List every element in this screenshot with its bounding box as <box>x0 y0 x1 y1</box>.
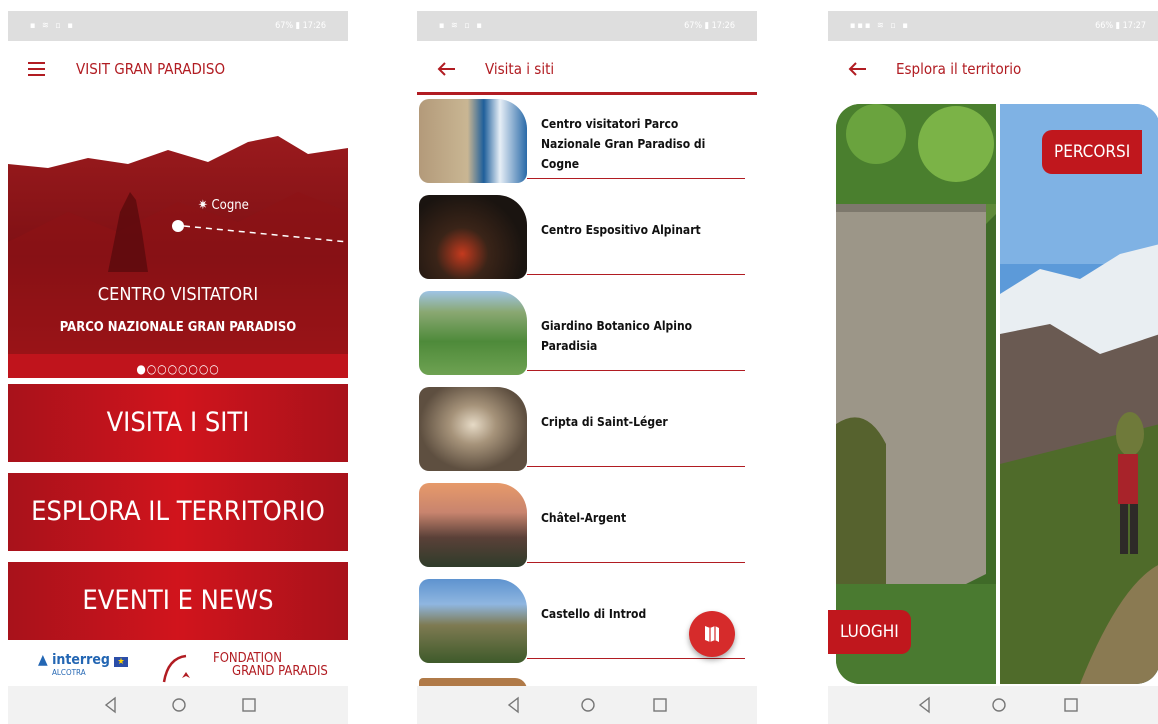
list-item[interactable]: Centro Espositivo Alpinart <box>417 190 757 280</box>
recents-nav-icon[interactable] <box>1060 694 1082 716</box>
home-nav-icon[interactable] <box>988 694 1010 716</box>
recents-nav-icon[interactable] <box>238 694 260 716</box>
carousel-dots[interactable]: ●○○○○○○○ <box>8 362 348 376</box>
list-item[interactable]: Cripta di Saint-Léger <box>417 382 757 472</box>
hiker-photo <box>1000 104 1158 684</box>
site-thumbnail <box>419 99 527 183</box>
aqueduct-photo <box>836 104 996 684</box>
home-nav-icon[interactable] <box>168 694 190 716</box>
app-title: VISIT GRAN PARADISO <box>76 60 226 78</box>
site-name: Cripta di Saint-Léger <box>541 415 668 429</box>
divider <box>527 562 745 563</box>
back-arrow-icon[interactable] <box>435 58 457 80</box>
visita-siti-button[interactable]: VISITA I SITI <box>8 384 348 462</box>
explore-screen: ▪▪▪ ≋ ▫ ▪ 66% ▮ 17:27 Esplora il territo… <box>828 0 1158 724</box>
app-bar: Esplora il territorio <box>828 46 1158 92</box>
home-nav-icon[interactable] <box>577 694 599 716</box>
status-time: 67% ▮ 17:26 <box>275 21 326 31</box>
map-fab-button[interactable] <box>689 611 735 657</box>
site-name: Giardino Botanico Alpino Paradisia <box>541 319 693 353</box>
divider <box>527 658 745 659</box>
status-bar: ▪▪▪ ≋ ▫ ▪ 66% ▮ 17:27 <box>828 11 1158 41</box>
esplora-territorio-button[interactable]: ESPLORA IL TERRITORIO <box>8 473 348 551</box>
hero-subtitle: PARCO NAZIONALE GRAN PARADISO <box>59 320 297 335</box>
system-nav-bar <box>8 686 348 724</box>
alcotra-label: ALCOTRA <box>52 668 86 677</box>
divider <box>527 274 745 275</box>
hamburger-menu-icon[interactable] <box>26 58 48 80</box>
site-thumbnail <box>419 195 527 279</box>
recents-nav-icon[interactable] <box>649 694 671 716</box>
list-item[interactable]: Giardino Botanico Alpino Paradisia <box>417 286 757 376</box>
panel-divider <box>996 104 1000 684</box>
app-bar: VISIT GRAN PARADISO <box>8 46 348 92</box>
hero-carousel[interactable]: ✷ Cogne CENTRO VISITATORI PARCO NAZIONAL… <box>8 92 348 378</box>
luoghi-chip[interactable]: LUOGHI <box>828 610 911 654</box>
divider <box>527 466 745 467</box>
site-name: Centro Espositivo Alpinart <box>541 223 701 237</box>
status-time: 66% ▮ 17:27 <box>1095 21 1146 31</box>
sites-list-screen: ▪ ≋ ▫ ▪ 67% ▮ 17:26 Visita i siti Centro… <box>417 0 757 724</box>
site-name: Châtel-Argent <box>541 511 627 525</box>
list-item[interactable]: Châtel-Argent <box>417 478 757 568</box>
back-nav-icon[interactable] <box>914 694 936 716</box>
status-bar: ▪ ≋ ▫ ▪ 67% ▮ 17:26 <box>417 11 757 41</box>
interreg-logo: ▲ interreg ★ <box>38 652 128 668</box>
signal-icons: ▪ ≋ ▫ ▪ <box>439 21 484 31</box>
back-nav-icon[interactable] <box>503 694 525 716</box>
back-nav-icon[interactable] <box>100 694 122 716</box>
luoghi-panel[interactable] <box>836 104 996 684</box>
signal-icons: ▪▪▪ ≋ ▫ ▪ <box>850 21 910 31</box>
system-nav-bar <box>828 686 1158 724</box>
system-nav-bar <box>417 686 757 724</box>
percorsi-panel[interactable] <box>1000 104 1158 684</box>
eventi-news-button[interactable]: EVENTI E NEWS <box>8 562 348 640</box>
app-bar: Visita i siti <box>417 46 757 92</box>
status-bar: ▪ ≋ ▫ ▪ 67% ▮ 17:26 <box>8 11 348 41</box>
mountain-illustration <box>8 92 348 378</box>
sponsor-footer: ▲ interreg ★ ALCOTRA FONDATION GRAND PAR… <box>8 646 348 690</box>
list-item[interactable]: Centro visitatori Parco Nazionale Gran P… <box>417 94 757 184</box>
site-thumbnail <box>419 579 527 663</box>
signal-icons: ▪ ≋ ▫ ▪ <box>30 21 75 31</box>
grand-paradis-text: GRAND PARADIS <box>232 664 328 679</box>
hero-title: CENTRO VISITATORI <box>97 284 259 305</box>
screen-title: Esplora il territorio <box>896 60 1022 78</box>
site-thumbnail <box>419 387 527 471</box>
back-arrow-icon[interactable] <box>846 58 868 80</box>
site-thumbnail <box>419 483 527 567</box>
site-thumbnail <box>419 291 527 375</box>
fondation-logo-icon <box>162 654 190 683</box>
status-time: 67% ▮ 17:26 <box>684 21 735 31</box>
percorsi-chip[interactable]: PERCORSI <box>1042 130 1143 174</box>
place-label: ✷ Cogne <box>198 198 249 213</box>
map-icon <box>705 626 719 642</box>
site-name: Centro visitatori Parco Nazionale Gran P… <box>541 117 706 171</box>
screen-title: Visita i siti <box>485 60 555 78</box>
divider <box>527 178 745 179</box>
divider <box>527 370 745 371</box>
home-screen: ▪ ≋ ▫ ▪ 67% ▮ 17:26 VISIT GRAN PARADISO <box>8 0 348 724</box>
